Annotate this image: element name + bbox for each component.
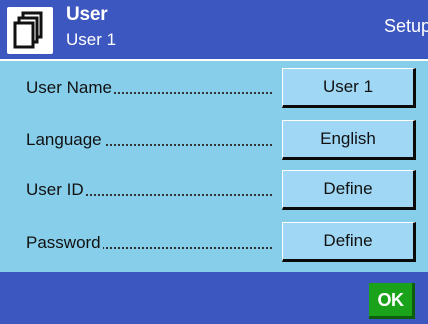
user-settings-screen: User User 1 Setup User Name User 1 Langu…	[0, 0, 428, 324]
language-button[interactable]: English	[282, 120, 416, 160]
user-id-label: User ID	[26, 179, 272, 201]
language-label: Language	[26, 129, 272, 151]
password-define-button[interactable]: Define	[282, 222, 416, 262]
user-profile-stack-icon	[7, 7, 53, 54]
page-subtitle: User 1	[66, 30, 117, 49]
action-bar	[0, 272, 428, 324]
page-title: User	[66, 4, 108, 25]
mode-label: Setup	[384, 16, 428, 36]
password-label: Password	[26, 232, 272, 254]
ok-button[interactable]: OK	[369, 283, 415, 319]
user-id-define-button[interactable]: Define	[282, 170, 416, 210]
user-name-label: User Name	[26, 77, 272, 99]
title-bar: User User 1 Setup	[0, 0, 428, 59]
user-name-button[interactable]: User 1	[282, 68, 416, 108]
